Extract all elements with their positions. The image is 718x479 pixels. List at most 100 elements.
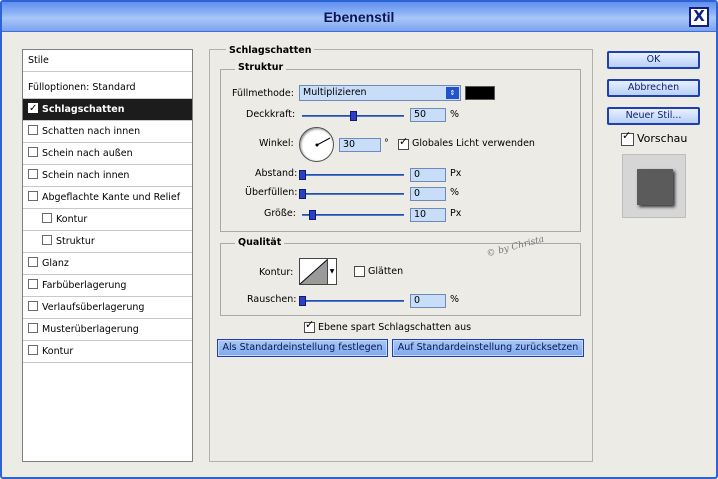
checkbox[interactable] <box>28 169 38 179</box>
list-item-label: Abgeflachte Kante und Relief <box>42 192 181 203</box>
angle-dial[interactable] <box>299 127 334 162</box>
list-item-inner-glow[interactable]: Schein nach innen <box>23 165 192 187</box>
contour-picker[interactable]: ▼ <box>299 258 337 285</box>
spread-unit: % <box>450 187 460 198</box>
contour-preview-icon <box>300 259 328 284</box>
distance-input[interactable]: 0 <box>410 168 446 182</box>
spread-label: Überfüllen: <box>245 187 298 198</box>
blend-mode-label: Füllmethode: <box>232 88 294 99</box>
slider-thumb[interactable] <box>350 111 357 121</box>
checkbox[interactable] <box>28 98 38 119</box>
list-item-pattern-overlay[interactable]: Musterüberlagerung <box>23 319 192 341</box>
new-style-button[interactable]: Neuer Stil... <box>607 107 700 125</box>
list-item-blending-options[interactable]: Fülloptionen: Standard <box>23 77 192 99</box>
checkbox[interactable] <box>42 213 52 223</box>
slider-thumb[interactable] <box>299 189 306 199</box>
chevron-down-icon[interactable]: ▼ <box>327 259 336 284</box>
list-item-bevel-emboss[interactable]: Abgeflachte Kante und Relief <box>23 187 192 209</box>
noise-label: Rauschen: <box>247 294 297 305</box>
layer-style-dialog: Ebenenstil X Stile Fülloptionen: Standar… <box>0 0 718 479</box>
checkbox[interactable] <box>28 301 38 311</box>
list-item-label: Kontur <box>42 346 74 357</box>
size-slider[interactable] <box>302 210 404 220</box>
list-item-gradient-overlay[interactable]: Verlaufsüberlagerung <box>23 297 192 319</box>
list-item-label: Musterüberlagerung <box>42 324 139 335</box>
checkbox[interactable] <box>42 235 52 245</box>
preview-thumbnail <box>622 154 686 218</box>
checkbox[interactable] <box>28 125 38 135</box>
checkbox[interactable] <box>28 345 38 355</box>
list-item-color-overlay[interactable]: Farbüberlagerung <box>23 275 192 297</box>
contour-label: Kontur: <box>259 267 294 278</box>
opacity-slider[interactable] <box>302 111 404 121</box>
spread-input[interactable]: 0 <box>410 187 446 201</box>
slider-thumb[interactable] <box>299 296 306 306</box>
ok-button[interactable]: OK <box>607 51 700 69</box>
title-bar[interactable]: Ebenenstil X <box>2 2 716 32</box>
list-item-inner-shadow[interactable]: Schatten nach innen <box>23 121 192 143</box>
cancel-button[interactable]: Abbrechen <box>607 79 700 97</box>
global-light-checkbox[interactable] <box>398 135 409 150</box>
list-item-label: Schatten nach innen <box>42 126 141 137</box>
list-item-label: Struktur <box>56 236 95 247</box>
antialias-checkbox[interactable] <box>354 266 365 277</box>
list-item-label: Schein nach innen <box>42 170 130 181</box>
slider-track <box>302 214 404 216</box>
list-item-bevel-contour[interactable]: Kontur <box>23 209 192 231</box>
preview-checkbox[interactable] <box>621 129 634 146</box>
slider-thumb[interactable] <box>299 170 306 180</box>
checkbox[interactable] <box>28 323 38 333</box>
size-input[interactable]: 10 <box>410 208 446 222</box>
list-item-label: Schein nach außen <box>42 148 133 159</box>
distance-label: Abstand: <box>255 168 298 179</box>
global-light-label: Globales Licht verwenden <box>412 138 535 149</box>
angle-input[interactable]: 30 <box>339 138 381 152</box>
reset-default-button[interactable]: Auf Standardeinstellung zurücksetzen <box>392 339 584 357</box>
dropdown-arrow-icon: ⇕ <box>446 87 459 99</box>
blend-mode-value: Multiplizieren <box>303 87 367 98</box>
close-button[interactable]: X <box>689 7 709 27</box>
section-title: Schlagschatten <box>226 45 315 56</box>
noise-input[interactable]: 0 <box>410 294 446 308</box>
checkbox[interactable] <box>28 279 38 289</box>
checkbox[interactable] <box>28 191 38 201</box>
list-item-texture[interactable]: Struktur <box>23 231 192 253</box>
noise-unit: % <box>450 294 460 305</box>
size-unit: Px <box>450 208 462 219</box>
distance-slider[interactable] <box>299 170 404 180</box>
list-item-drop-shadow[interactable]: Schlagschatten <box>23 98 192 121</box>
styles-list: Stile Fülloptionen: Standard Schlagschat… <box>22 49 193 462</box>
angle-unit: ° <box>384 138 389 149</box>
spread-slider[interactable] <box>299 189 404 199</box>
structure-title: Struktur <box>235 62 287 73</box>
opacity-label: Deckkraft: <box>246 109 296 120</box>
slider-track <box>302 300 404 302</box>
window-title: Ebenenstil <box>323 9 395 25</box>
blend-mode-select[interactable]: Multiplizieren ⇕ <box>299 85 461 101</box>
slider-track <box>302 174 404 176</box>
opacity-input[interactable]: 50 <box>410 108 446 122</box>
slider-thumb[interactable] <box>309 210 317 220</box>
list-item-label: Kontur <box>56 214 88 225</box>
styles-list-header[interactable]: Stile <box>23 50 192 72</box>
make-default-button[interactable]: Als Standardeinstellung festlegen <box>217 339 388 357</box>
noise-slider[interactable] <box>299 296 404 306</box>
preview-square <box>637 169 673 205</box>
knockout-checkbox[interactable] <box>304 318 315 333</box>
size-label: Größe: <box>264 208 296 219</box>
list-item-satin[interactable]: Glanz <box>23 253 192 275</box>
distance-unit: Px <box>450 168 462 179</box>
list-item-label: Fülloptionen: Standard <box>28 82 136 93</box>
quality-title: Qualität <box>235 237 285 248</box>
antialias-label: Glätten <box>368 266 404 277</box>
checkbox[interactable] <box>28 257 38 267</box>
shadow-color-swatch[interactable] <box>465 86 495 100</box>
list-item-outer-glow[interactable]: Schein nach außen <box>23 143 192 165</box>
checkbox[interactable] <box>28 147 38 157</box>
angle-label: Winkel: <box>259 138 294 149</box>
knockout-label: Ebene spart Schlagschatten aus <box>318 322 472 333</box>
slider-track <box>302 193 404 195</box>
list-item-label: Farbüberlagerung <box>42 280 127 291</box>
angle-dial-hand-icon <box>315 137 331 147</box>
list-item-stroke[interactable]: Kontur <box>23 341 192 363</box>
